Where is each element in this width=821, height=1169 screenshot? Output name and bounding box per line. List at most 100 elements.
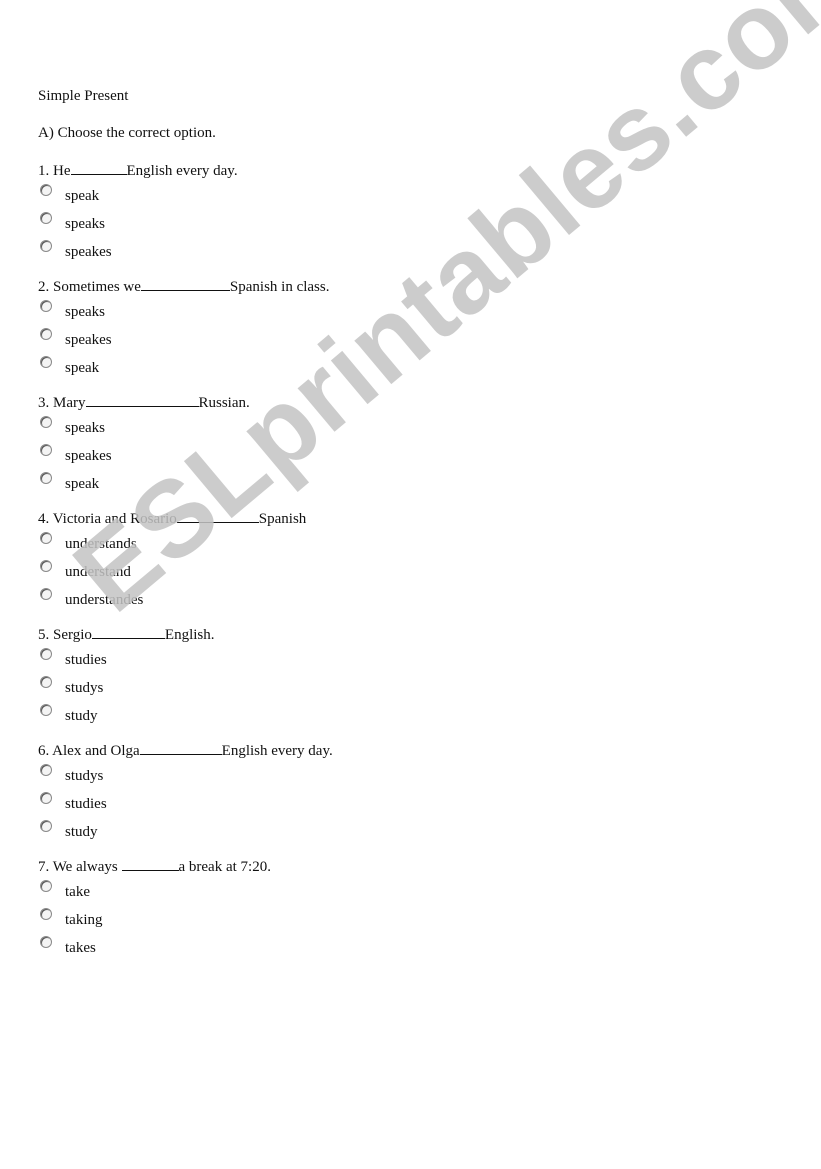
option-label: takes bbox=[65, 940, 96, 956]
radio-button[interactable] bbox=[40, 328, 52, 340]
question-prefix: 6. Alex and Olga bbox=[38, 743, 140, 759]
option-label: speaks bbox=[65, 304, 105, 320]
option[interactable]: speak bbox=[38, 180, 778, 208]
option[interactable]: taking bbox=[38, 904, 778, 932]
question-prefix: 2. Sometimes we bbox=[38, 279, 141, 295]
option-label: speaks bbox=[65, 216, 105, 232]
radio-button[interactable] bbox=[40, 240, 52, 252]
option-label: studies bbox=[65, 652, 107, 668]
option[interactable]: study bbox=[38, 700, 778, 728]
option-label: take bbox=[65, 884, 90, 900]
question-prefix: 4. Victoria and Rosario bbox=[38, 511, 177, 527]
option[interactable]: speak bbox=[38, 352, 778, 380]
radio-button[interactable] bbox=[40, 212, 52, 224]
radio-button[interactable] bbox=[40, 472, 52, 484]
option[interactable]: takes bbox=[38, 932, 778, 960]
question-text: 3. Mary Russian. bbox=[38, 392, 778, 412]
radio-button[interactable] bbox=[40, 764, 52, 776]
radio-button[interactable] bbox=[40, 444, 52, 456]
option-label: understand bbox=[65, 564, 131, 580]
question-suffix: Russian. bbox=[198, 395, 250, 411]
question-3: 3. Mary Russian. speaks speakes speak bbox=[38, 392, 778, 496]
radio-button[interactable] bbox=[40, 532, 52, 544]
option[interactable]: speakes bbox=[38, 236, 778, 264]
option-label: speakes bbox=[65, 244, 112, 260]
radio-button[interactable] bbox=[40, 588, 52, 600]
radio-button[interactable] bbox=[40, 184, 52, 196]
answer-blank bbox=[139, 740, 222, 755]
question-2: 2. Sometimes we Spanish in class. speaks … bbox=[38, 276, 778, 380]
question-text: 5. Sergio English. bbox=[38, 624, 778, 644]
question-text: 6. Alex and Olga English every day. bbox=[38, 740, 778, 760]
option-label: understands bbox=[65, 536, 137, 552]
radio-button[interactable] bbox=[40, 676, 52, 688]
radio-button[interactable] bbox=[40, 936, 52, 948]
option-label: speak bbox=[65, 360, 100, 376]
answer-blank bbox=[70, 160, 127, 175]
option-label: speakes bbox=[65, 448, 112, 464]
radio-button[interactable] bbox=[40, 648, 52, 660]
option-label: speak bbox=[65, 188, 100, 204]
question-suffix: a break at 7:20. bbox=[178, 859, 271, 875]
question-suffix: Spanish in class. bbox=[229, 279, 330, 295]
option-label: studys bbox=[65, 768, 104, 784]
option-label: studys bbox=[65, 680, 104, 696]
option[interactable]: studys bbox=[38, 672, 778, 700]
answer-blank bbox=[85, 392, 199, 407]
radio-button[interactable] bbox=[40, 908, 52, 920]
radio-button[interactable] bbox=[40, 300, 52, 312]
option[interactable]: speaks bbox=[38, 208, 778, 236]
question-suffix: English. bbox=[164, 627, 215, 643]
option[interactable]: studys bbox=[38, 760, 778, 788]
radio-button[interactable] bbox=[40, 356, 52, 368]
question-4: 4. Victoria and Rosario Spanish understan… bbox=[38, 508, 778, 612]
question-prefix: 7. We always bbox=[38, 859, 122, 875]
question-suffix: English every day. bbox=[221, 743, 333, 759]
option[interactable]: speakes bbox=[38, 324, 778, 352]
question-text: 7. We always a break at 7:20. bbox=[38, 856, 778, 876]
option-label: taking bbox=[65, 912, 103, 928]
answer-blank bbox=[91, 624, 165, 639]
option-label: study bbox=[65, 708, 98, 724]
option-label: understandes bbox=[65, 592, 144, 608]
answer-blank bbox=[121, 856, 179, 871]
worksheet-title: Simple Present bbox=[38, 88, 129, 104]
option[interactable]: take bbox=[38, 876, 778, 904]
option[interactable]: studies bbox=[38, 788, 778, 816]
question-6: 6. Alex and Olga English every day. study… bbox=[38, 740, 778, 844]
option[interactable]: studies bbox=[38, 644, 778, 672]
radio-button[interactable] bbox=[40, 416, 52, 428]
question-text: 4. Victoria and Rosario Spanish bbox=[38, 508, 778, 528]
option-label: study bbox=[65, 824, 98, 840]
option-label: speakes bbox=[65, 332, 112, 348]
radio-button[interactable] bbox=[40, 792, 52, 804]
question-prefix: 3. Mary bbox=[38, 395, 86, 411]
question-prefix: 5. Sergio bbox=[38, 627, 92, 643]
option[interactable]: study bbox=[38, 816, 778, 844]
option[interactable]: understands bbox=[38, 528, 778, 556]
option-label: studies bbox=[65, 796, 107, 812]
option[interactable]: speakes bbox=[38, 440, 778, 468]
question-prefix: 1. He bbox=[38, 163, 71, 179]
radio-button[interactable] bbox=[40, 820, 52, 832]
worksheet: Simple Present A) Choose the correct opt… bbox=[38, 86, 778, 972]
option[interactable]: speak bbox=[38, 468, 778, 496]
question-text: 1. He English every day. bbox=[38, 160, 778, 180]
question-suffix: Spanish bbox=[258, 511, 307, 527]
option-label: speaks bbox=[65, 420, 105, 436]
question-1: 1. He English every day. speak speaks spe… bbox=[38, 160, 778, 264]
option[interactable]: understand bbox=[38, 556, 778, 584]
question-suffix: English every day. bbox=[126, 163, 238, 179]
option[interactable]: understandes bbox=[38, 584, 778, 612]
instruction: A) Choose the correct option. bbox=[38, 125, 216, 141]
radio-button[interactable] bbox=[40, 560, 52, 572]
radio-button[interactable] bbox=[40, 880, 52, 892]
option[interactable]: speaks bbox=[38, 296, 778, 324]
answer-blank bbox=[176, 508, 259, 523]
question-7: 7. We always a break at 7:20. take takin… bbox=[38, 856, 778, 960]
radio-button[interactable] bbox=[40, 704, 52, 716]
question-5: 5. Sergio English. studies studys study bbox=[38, 624, 778, 728]
option[interactable]: speaks bbox=[38, 412, 778, 440]
answer-blank bbox=[140, 276, 230, 291]
option-label: speak bbox=[65, 476, 100, 492]
